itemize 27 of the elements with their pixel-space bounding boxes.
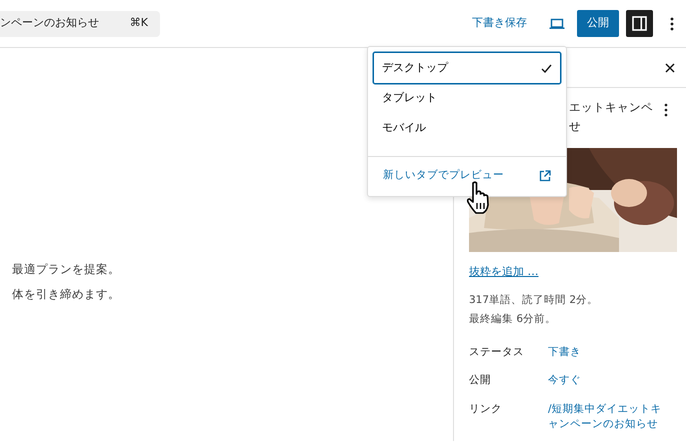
field-value-link[interactable]: 下書き — [548, 344, 670, 360]
sidebar-toggle-button[interactable] — [626, 10, 653, 37]
sidebar-panel-icon — [632, 16, 647, 31]
paragraph-text: 体を引き締めます。 — [11, 286, 121, 303]
preview-mode-item[interactable]: デスクトップ — [373, 52, 561, 84]
post-title: エットキャンペ せ — [569, 99, 653, 135]
field-value-link[interactable]: 今すぐ — [548, 373, 670, 388]
desktop-preview-icon[interactable] — [549, 18, 565, 30]
more-options-icon[interactable] — [670, 16, 674, 30]
close-icon[interactable] — [665, 62, 675, 72]
post-stats-text: 317単語、読了時間 2分。 — [469, 292, 600, 308]
field-value-link[interactable]: /短期集中ダイエットキャンペーンのお知らせ — [548, 402, 670, 432]
command-search-bar[interactable]: ンペーンのお知らせ ⌘K — [0, 10, 160, 36]
add-excerpt-link[interactable]: 抜粋を追加 … — [469, 265, 538, 278]
field-label: ステータス — [469, 344, 525, 360]
preview-in-new-tab-link[interactable]: 新しいタブでプレビュー — [373, 161, 561, 191]
save-draft-link[interactable]: 下書き保存 — [472, 15, 527, 32]
preview-mode-item[interactable]: モバイル — [373, 112, 561, 144]
publish-button[interactable]: 公開 — [577, 10, 619, 37]
more-options-icon[interactable] — [664, 103, 668, 117]
external-link-icon — [539, 170, 551, 182]
field-label: 公開 — [469, 373, 492, 388]
preview-mode-item[interactable]: タブレット — [373, 82, 561, 114]
checkmark-icon — [541, 64, 552, 72]
field-label: リンク — [469, 402, 503, 417]
post-stats-text: 最終編集 6分前。 — [469, 312, 558, 326]
paragraph-text: 最適プランを提案。 — [11, 261, 121, 278]
